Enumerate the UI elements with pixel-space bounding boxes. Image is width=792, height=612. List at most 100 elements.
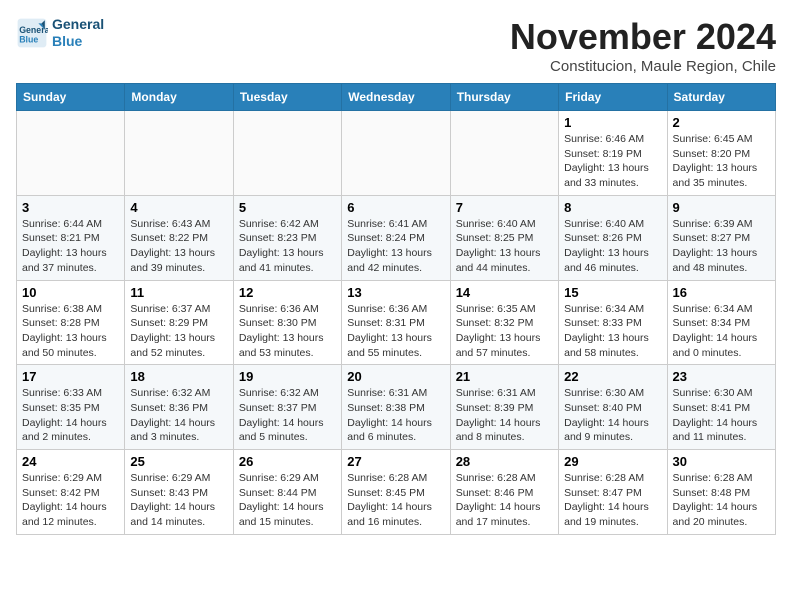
day-number: 14: [456, 285, 553, 300]
calendar-week-row: 3Sunrise: 6:44 AMSunset: 8:21 PMDaylight…: [17, 195, 776, 280]
calendar-cell: [17, 111, 125, 196]
calendar-cell: 4 Sunrise: 6:43 AMSunset: 8:22 PMDaylight…: [125, 195, 233, 280]
day-number: 6: [347, 200, 444, 215]
day-info: Sunrise: 6:44 AMSunset: 8:21 PMDaylight:…: [22, 217, 119, 276]
day-number: 18: [130, 369, 227, 384]
calendar-table: SundayMondayTuesdayWednesdayThursdayFrid…: [16, 83, 776, 535]
calendar-cell: 18 Sunrise: 6:32 AMSunset: 8:36 PMDayligh…: [125, 365, 233, 450]
calendar-header-monday: Monday: [125, 84, 233, 111]
day-info: Sunrise: 6:40 AMSunset: 8:26 PMDaylight:…: [564, 217, 661, 276]
title-area: November 2024 Constitucion, Maule Region…: [510, 16, 776, 75]
calendar-header-friday: Friday: [559, 84, 667, 111]
day-number: 15: [564, 285, 661, 300]
day-info: Sunrise: 6:29 AMSunset: 8:44 PMDaylight:…: [239, 471, 336, 530]
logo-text-general: General: [52, 16, 104, 33]
day-info: Sunrise: 6:29 AMSunset: 8:43 PMDaylight:…: [130, 471, 227, 530]
calendar-cell: 8 Sunrise: 6:40 AMSunset: 8:26 PMDaylight…: [559, 195, 667, 280]
day-number: 13: [347, 285, 444, 300]
day-number: 8: [564, 200, 661, 215]
location-title: Constitucion, Maule Region, Chile: [510, 58, 776, 75]
day-number: 30: [673, 454, 770, 469]
calendar-cell: [233, 111, 341, 196]
day-number: 5: [239, 200, 336, 215]
day-info: Sunrise: 6:29 AMSunset: 8:42 PMDaylight:…: [22, 471, 119, 530]
day-info: Sunrise: 6:45 AMSunset: 8:20 PMDaylight:…: [673, 132, 770, 191]
calendar-week-row: 24 Sunrise: 6:29 AMSunset: 8:42 PMDayligh…: [17, 450, 776, 535]
calendar-cell: 20 Sunrise: 6:31 AMSunset: 8:38 PMDayligh…: [342, 365, 450, 450]
calendar-cell: 23 Sunrise: 6:30 AMSunset: 8:41 PMDayligh…: [667, 365, 775, 450]
day-info: Sunrise: 6:28 AMSunset: 8:45 PMDaylight:…: [347, 471, 444, 530]
calendar-cell: 16Sunrise: 6:34 AMSunset: 8:34 PMDayligh…: [667, 280, 775, 365]
day-number: 26: [239, 454, 336, 469]
day-info: Sunrise: 6:28 AMSunset: 8:48 PMDaylight:…: [673, 471, 770, 530]
calendar-cell: 15 Sunrise: 6:34 AMSunset: 8:33 PMDayligh…: [559, 280, 667, 365]
calendar-cell: [125, 111, 233, 196]
day-number: 4: [130, 200, 227, 215]
day-number: 22: [564, 369, 661, 384]
day-info: Sunrise: 6:42 AMSunset: 8:23 PMDaylight:…: [239, 217, 336, 276]
day-number: 17: [22, 369, 119, 384]
day-number: 1: [564, 115, 661, 130]
day-info: Sunrise: 6:34 AMSunset: 8:34 PMDaylight:…: [673, 302, 770, 361]
day-info: Sunrise: 6:35 AMSunset: 8:32 PMDaylight:…: [456, 302, 553, 361]
calendar-header-wednesday: Wednesday: [342, 84, 450, 111]
day-number: 23: [673, 369, 770, 384]
logo-icon: General Blue: [16, 17, 48, 49]
day-info: Sunrise: 6:30 AMSunset: 8:41 PMDaylight:…: [673, 386, 770, 445]
day-info: Sunrise: 6:33 AMSunset: 8:35 PMDaylight:…: [22, 386, 119, 445]
calendar-cell: 28 Sunrise: 6:28 AMSunset: 8:46 PMDayligh…: [450, 450, 558, 535]
calendar-cell: 1Sunrise: 6:46 AMSunset: 8:19 PMDaylight…: [559, 111, 667, 196]
day-number: 7: [456, 200, 553, 215]
day-info: Sunrise: 6:31 AMSunset: 8:39 PMDaylight:…: [456, 386, 553, 445]
calendar-cell: 24 Sunrise: 6:29 AMSunset: 8:42 PMDayligh…: [17, 450, 125, 535]
logo: General Blue General Blue: [16, 16, 104, 50]
calendar-cell: 14 Sunrise: 6:35 AMSunset: 8:32 PMDayligh…: [450, 280, 558, 365]
calendar-cell: 17 Sunrise: 6:33 AMSunset: 8:35 PMDayligh…: [17, 365, 125, 450]
calendar-cell: 19 Sunrise: 6:32 AMSunset: 8:37 PMDayligh…: [233, 365, 341, 450]
day-info: Sunrise: 6:31 AMSunset: 8:38 PMDaylight:…: [347, 386, 444, 445]
day-number: 20: [347, 369, 444, 384]
calendar-header-row: SundayMondayTuesdayWednesdayThursdayFrid…: [17, 84, 776, 111]
day-number: 9: [673, 200, 770, 215]
calendar-cell: 5 Sunrise: 6:42 AMSunset: 8:23 PMDaylight…: [233, 195, 341, 280]
calendar-week-row: 17 Sunrise: 6:33 AMSunset: 8:35 PMDayligh…: [17, 365, 776, 450]
calendar-cell: 11 Sunrise: 6:37 AMSunset: 8:29 PMDayligh…: [125, 280, 233, 365]
day-info: Sunrise: 6:36 AMSunset: 8:31 PMDaylight:…: [347, 302, 444, 361]
day-info: Sunrise: 6:43 AMSunset: 8:22 PMDaylight:…: [130, 217, 227, 276]
day-info: Sunrise: 6:28 AMSunset: 8:46 PMDaylight:…: [456, 471, 553, 530]
day-number: 27: [347, 454, 444, 469]
calendar-week-row: 1Sunrise: 6:46 AMSunset: 8:19 PMDaylight…: [17, 111, 776, 196]
calendar-cell: 9 Sunrise: 6:39 AMSunset: 8:27 PMDaylight…: [667, 195, 775, 280]
calendar-cell: 3Sunrise: 6:44 AMSunset: 8:21 PMDaylight…: [17, 195, 125, 280]
day-number: 11: [130, 285, 227, 300]
header: General Blue General Blue November 2024 …: [16, 16, 776, 75]
day-number: 25: [130, 454, 227, 469]
calendar-header-saturday: Saturday: [667, 84, 775, 111]
day-number: 29: [564, 454, 661, 469]
day-number: 12: [239, 285, 336, 300]
day-number: 24: [22, 454, 119, 469]
day-number: 19: [239, 369, 336, 384]
day-info: Sunrise: 6:32 AMSunset: 8:36 PMDaylight:…: [130, 386, 227, 445]
calendar-cell: 2Sunrise: 6:45 AMSunset: 8:20 PMDaylight…: [667, 111, 775, 196]
month-title: November 2024: [510, 16, 776, 58]
day-info: Sunrise: 6:40 AMSunset: 8:25 PMDaylight:…: [456, 217, 553, 276]
day-number: 28: [456, 454, 553, 469]
day-info: Sunrise: 6:41 AMSunset: 8:24 PMDaylight:…: [347, 217, 444, 276]
day-info: Sunrise: 6:34 AMSunset: 8:33 PMDaylight:…: [564, 302, 661, 361]
calendar-cell: 22 Sunrise: 6:30 AMSunset: 8:40 PMDayligh…: [559, 365, 667, 450]
day-info: Sunrise: 6:37 AMSunset: 8:29 PMDaylight:…: [130, 302, 227, 361]
calendar-cell: 13 Sunrise: 6:36 AMSunset: 8:31 PMDayligh…: [342, 280, 450, 365]
day-info: Sunrise: 6:32 AMSunset: 8:37 PMDaylight:…: [239, 386, 336, 445]
day-info: Sunrise: 6:30 AMSunset: 8:40 PMDaylight:…: [564, 386, 661, 445]
day-info: Sunrise: 6:39 AMSunset: 8:27 PMDaylight:…: [673, 217, 770, 276]
day-number: 21: [456, 369, 553, 384]
calendar-header-tuesday: Tuesday: [233, 84, 341, 111]
calendar-header-thursday: Thursday: [450, 84, 558, 111]
day-info: Sunrise: 6:28 AMSunset: 8:47 PMDaylight:…: [564, 471, 661, 530]
calendar-cell: 12 Sunrise: 6:36 AMSunset: 8:30 PMDayligh…: [233, 280, 341, 365]
calendar-cell: 29 Sunrise: 6:28 AMSunset: 8:47 PMDayligh…: [559, 450, 667, 535]
day-info: Sunrise: 6:36 AMSunset: 8:30 PMDaylight:…: [239, 302, 336, 361]
calendar-cell: 21 Sunrise: 6:31 AMSunset: 8:39 PMDayligh…: [450, 365, 558, 450]
calendar-cell: 6 Sunrise: 6:41 AMSunset: 8:24 PMDaylight…: [342, 195, 450, 280]
